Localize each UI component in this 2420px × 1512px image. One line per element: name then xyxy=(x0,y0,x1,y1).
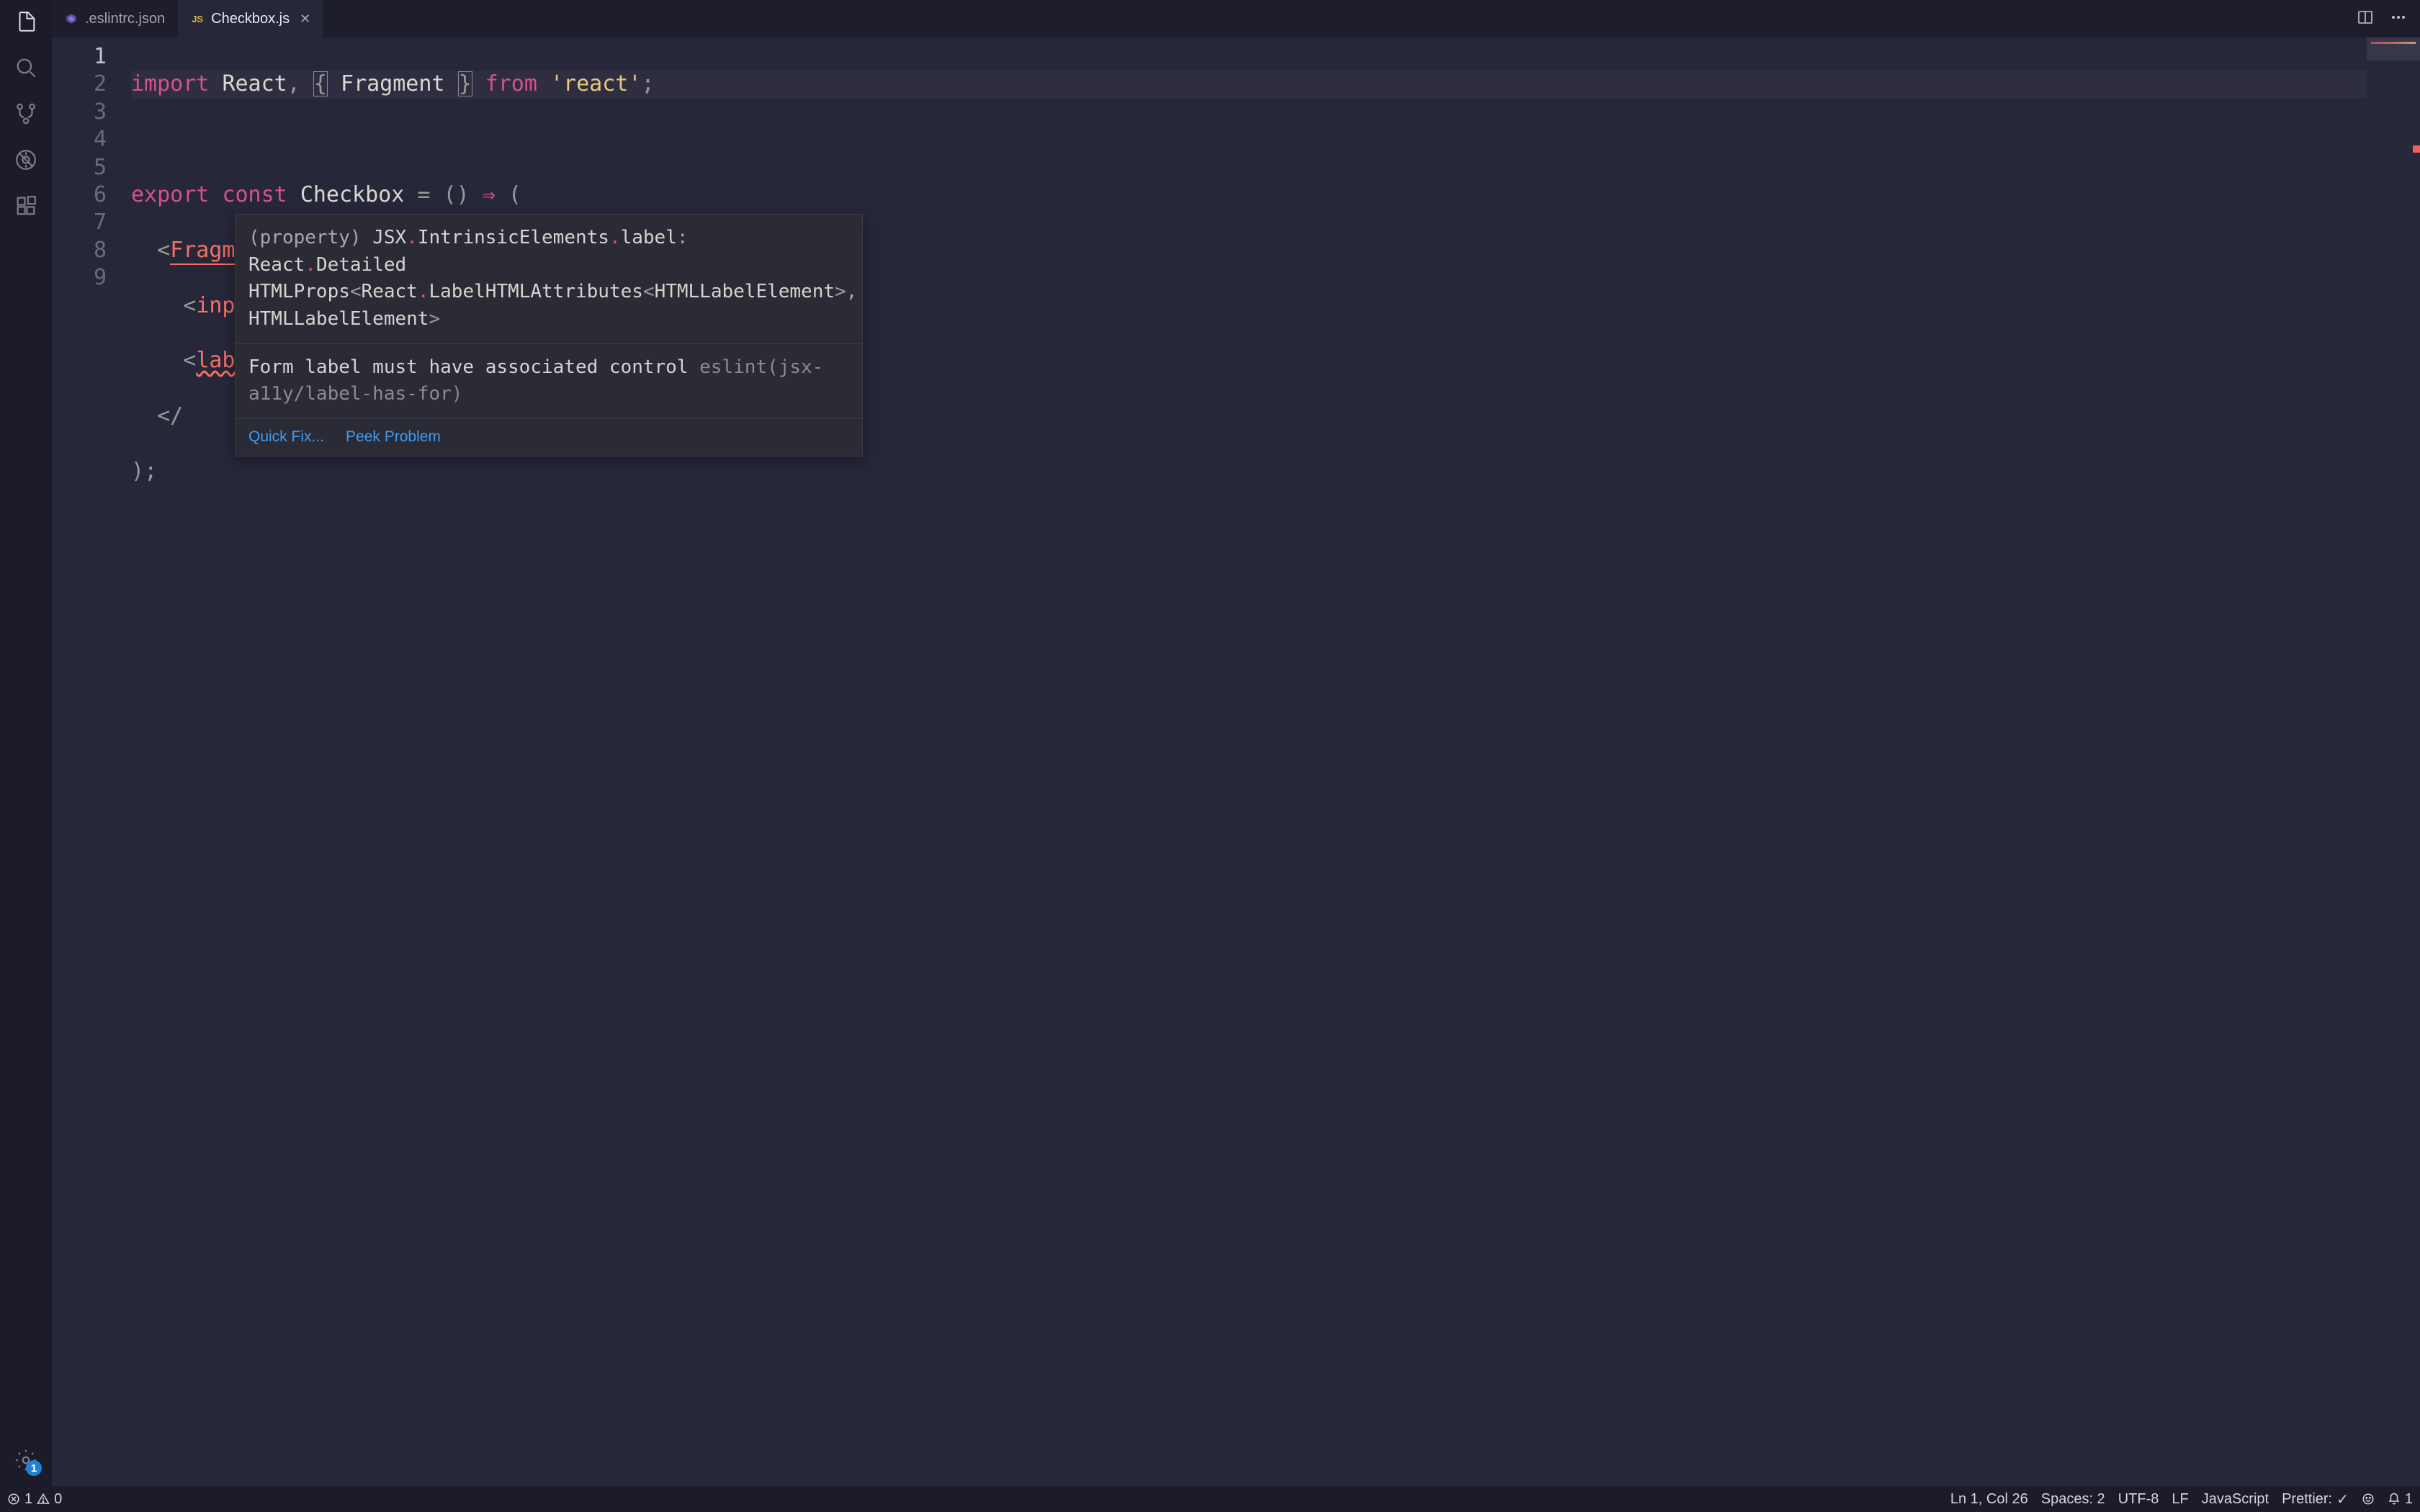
tab-eslintrc[interactable]: .eslintrc.json xyxy=(52,0,178,37)
activity-bar: 1 xyxy=(0,0,52,1486)
hover-problem: Form label must have associated control … xyxy=(236,343,862,418)
quick-fix-link[interactable]: Quick Fix... xyxy=(248,426,324,448)
smiley-icon xyxy=(2362,1493,2375,1506)
editor-tabs: .eslintrc.json JS Checkbox.js ✕ xyxy=(52,0,2420,37)
editor-actions xyxy=(2357,0,2420,37)
main-area: 1 .eslintrc.json JS Checkbox.js ✕ xyxy=(0,0,2420,1486)
debug-icon[interactable] xyxy=(13,147,39,173)
settings-icon[interactable]: 1 xyxy=(13,1447,39,1473)
more-actions-icon[interactable] xyxy=(2390,9,2407,30)
source-control-icon[interactable] xyxy=(13,101,39,127)
code-line: export const Checkbox = () ⇒ ( xyxy=(131,181,2420,209)
explorer-icon[interactable] xyxy=(13,9,39,35)
status-indent[interactable]: Spaces: 2 xyxy=(2041,1491,2105,1508)
overview-ruler[interactable] xyxy=(2413,37,2420,1486)
check-icon: ✓ xyxy=(2336,1490,2349,1508)
error-marker[interactable] xyxy=(2413,145,2420,153)
gutter: 1 2 3 4 5 6 7 8 9 xyxy=(52,37,131,1486)
status-cursor[interactable]: Ln 1, Col 26 xyxy=(1950,1491,2028,1508)
tab-label: Checkbox.js xyxy=(211,11,290,27)
eslint-file-icon xyxy=(65,12,78,25)
tab-label: .eslintrc.json xyxy=(85,11,165,27)
status-encoding[interactable]: UTF-8 xyxy=(2118,1491,2159,1508)
status-prettier[interactable]: Prettier: ✓ xyxy=(2282,1490,2349,1508)
code-line: import React, { Fragment } from 'react'; xyxy=(131,71,2420,98)
hover-actions: Quick Fix... Peek Problem xyxy=(236,418,862,455)
minimap[interactable] xyxy=(2367,37,2420,1486)
code-line xyxy=(131,126,2420,153)
warning-icon xyxy=(37,1493,50,1506)
js-file-icon: JS xyxy=(191,12,204,25)
extensions-icon[interactable] xyxy=(13,193,39,219)
status-problems[interactable]: 1 0 xyxy=(7,1491,62,1508)
notification-count: 1 xyxy=(2405,1491,2413,1508)
minimap-content xyxy=(2371,42,2416,44)
editor-body[interactable]: 1 2 3 4 5 6 7 8 9 import React, { Fragme… xyxy=(52,37,2420,1486)
error-count: 1 xyxy=(24,1491,32,1508)
warning-count: 0 xyxy=(54,1491,62,1508)
status-notifications[interactable]: 1 xyxy=(2388,1491,2413,1508)
status-language[interactable]: JavaScript xyxy=(2202,1491,2269,1508)
hover-signature: (property) JSX.IntrinsicElements.label: … xyxy=(236,215,862,343)
bell-icon xyxy=(2388,1493,2401,1506)
peek-problem-link[interactable]: Peek Problem xyxy=(346,426,441,448)
status-bar: 1 0 Ln 1, Col 26 Spaces: 2 UTF-8 LF Java… xyxy=(0,1486,2420,1512)
split-editor-icon[interactable] xyxy=(2357,9,2374,30)
code-line: ); xyxy=(131,458,2420,485)
status-feedback[interactable] xyxy=(2362,1493,2375,1506)
error-icon xyxy=(7,1493,20,1506)
tab-checkbox[interactable]: JS Checkbox.js ✕ xyxy=(178,0,323,37)
close-icon[interactable]: ✕ xyxy=(300,12,310,27)
minimap-viewport[interactable] xyxy=(2367,37,2420,60)
hover-popup: (property) JSX.IntrinsicElements.label: … xyxy=(235,214,863,456)
settings-badge: 1 xyxy=(26,1460,42,1476)
editor-area: .eslintrc.json JS Checkbox.js ✕ 1 2 3 xyxy=(52,0,2420,1486)
search-icon[interactable] xyxy=(13,55,39,81)
status-eol[interactable]: LF xyxy=(2172,1491,2188,1508)
code-line xyxy=(131,513,2420,541)
